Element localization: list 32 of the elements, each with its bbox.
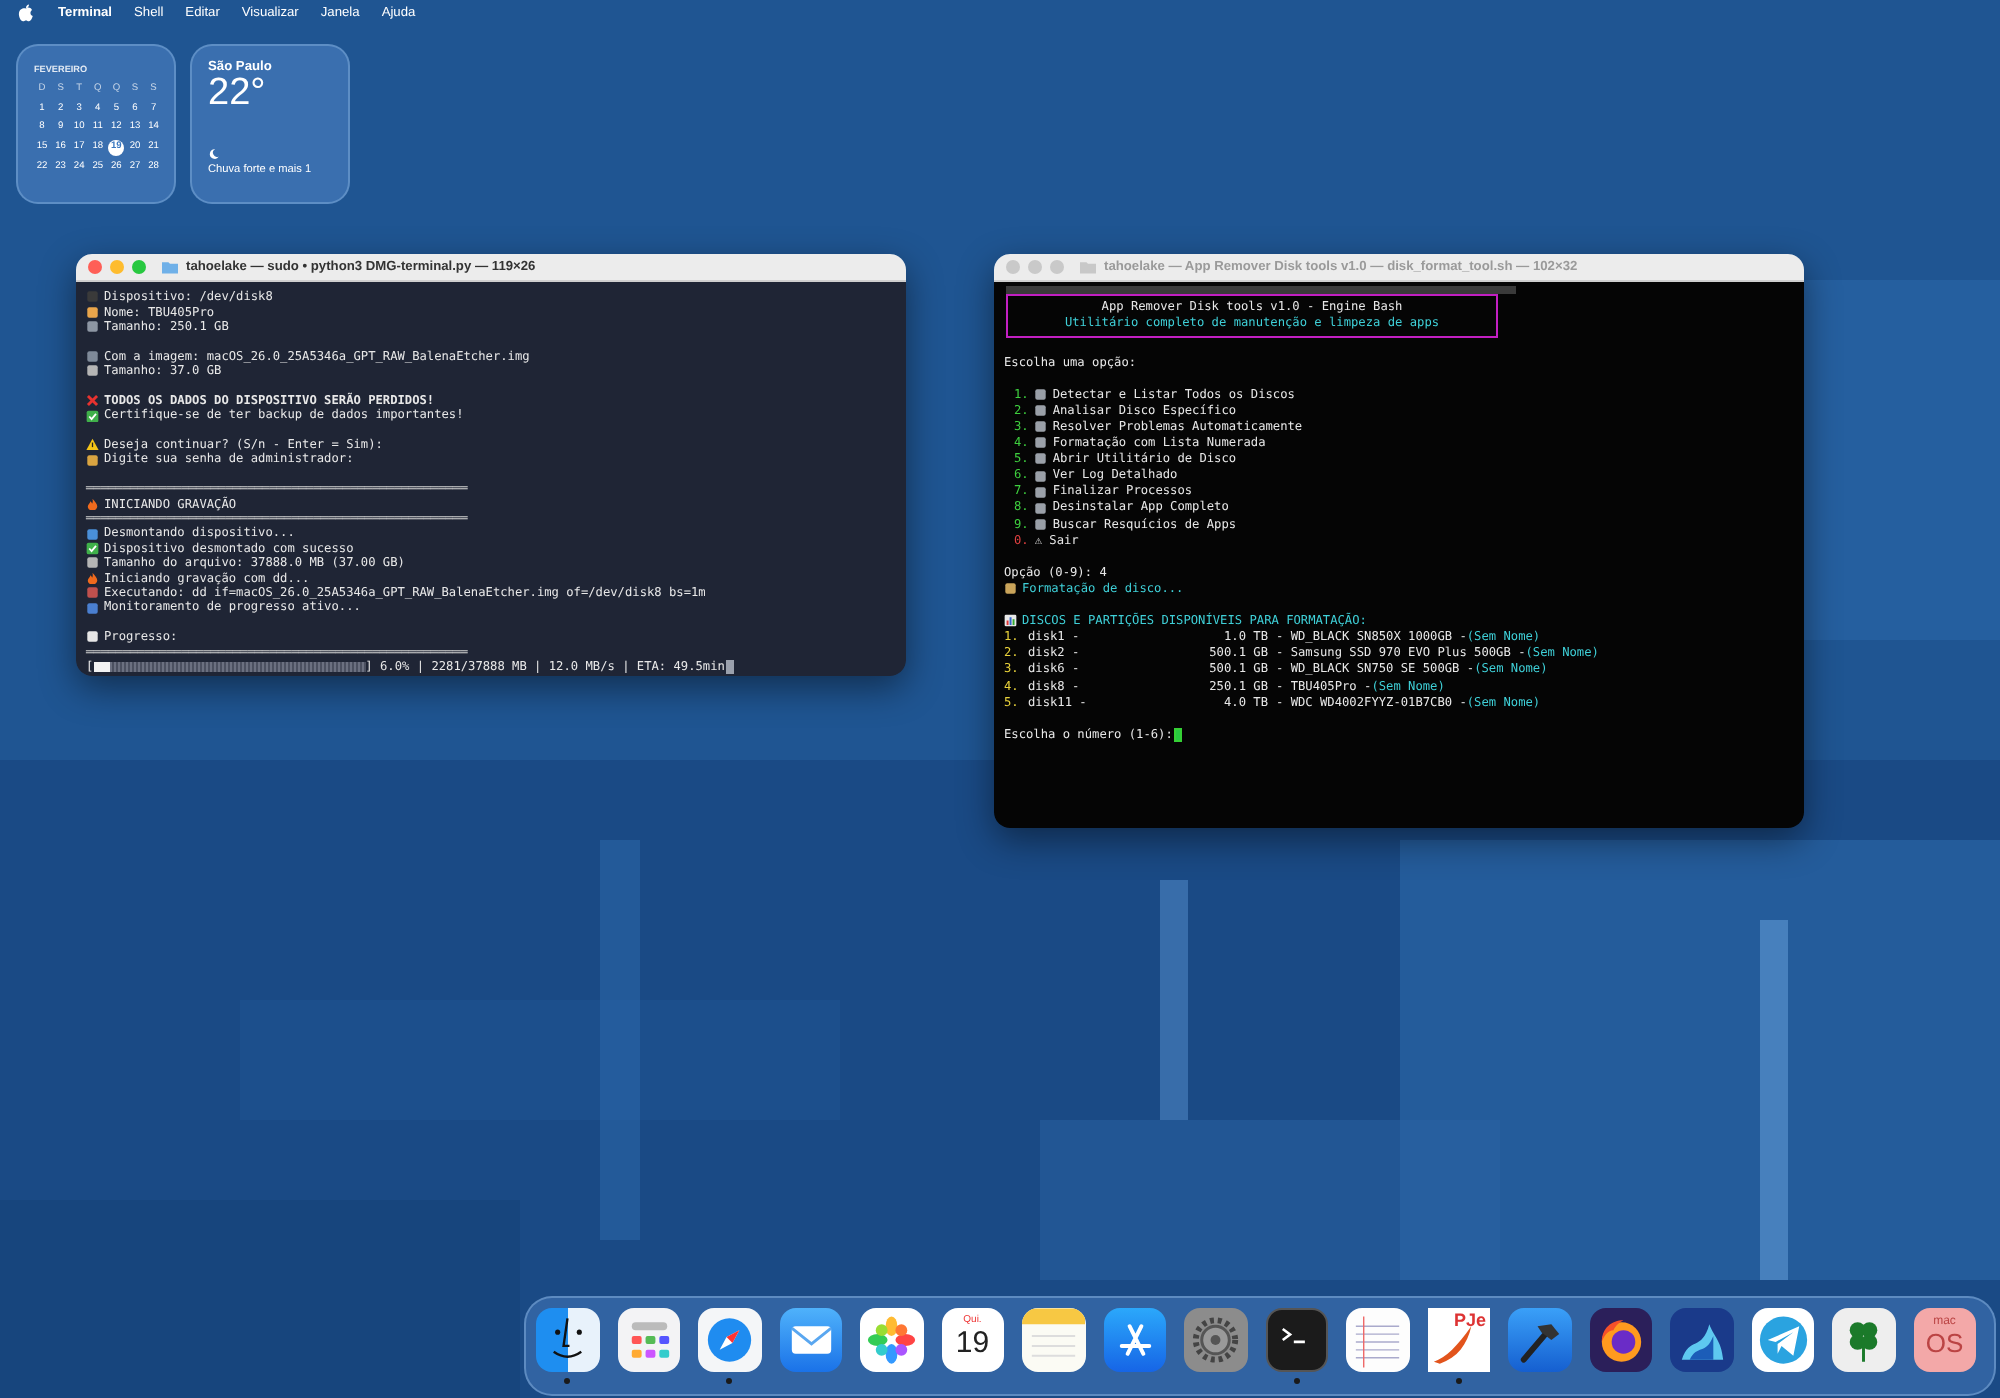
text-cursor bbox=[726, 659, 734, 674]
clover-icon[interactable] bbox=[1832, 1308, 1895, 1372]
fox-icon[interactable] bbox=[1589, 1308, 1652, 1372]
flame-icon bbox=[86, 497, 99, 511]
moon-icon bbox=[208, 148, 220, 160]
check-icon bbox=[86, 409, 99, 423]
bar-chart-icon bbox=[1004, 614, 1017, 628]
paper-plane-icon[interactable] bbox=[1751, 1308, 1814, 1372]
check-icon bbox=[86, 542, 99, 556]
terminal-icon[interactable] bbox=[1265, 1308, 1328, 1372]
flame-icon bbox=[86, 571, 99, 585]
folder-icon bbox=[162, 260, 178, 274]
cross-icon bbox=[86, 394, 99, 408]
text-cursor bbox=[1174, 727, 1182, 742]
compass-icon[interactable] bbox=[698, 1308, 761, 1372]
envelope-icon[interactable] bbox=[779, 1308, 842, 1372]
close-button[interactable] bbox=[88, 260, 102, 274]
temperature: 22° bbox=[208, 74, 268, 114]
square-icon bbox=[1004, 582, 1017, 596]
flower-icon[interactable] bbox=[860, 1308, 923, 1372]
face-icon[interactable] bbox=[536, 1308, 599, 1372]
grid-icon[interactable] bbox=[617, 1308, 680, 1372]
warning-icon bbox=[86, 438, 99, 452]
notepad-icon[interactable] bbox=[1022, 1308, 1085, 1372]
hammer-icon[interactable] bbox=[1508, 1308, 1571, 1372]
app-store-icon[interactable] bbox=[1103, 1308, 1166, 1372]
apple-icon[interactable] bbox=[18, 4, 34, 22]
wave-icon[interactable] bbox=[1670, 1308, 1733, 1372]
folder-icon bbox=[1080, 260, 1096, 274]
feather-icon[interactable]: PJe bbox=[1427, 1308, 1490, 1372]
gear-icon[interactable] bbox=[1184, 1308, 1247, 1372]
lined-paper-icon[interactable] bbox=[1346, 1308, 1409, 1372]
